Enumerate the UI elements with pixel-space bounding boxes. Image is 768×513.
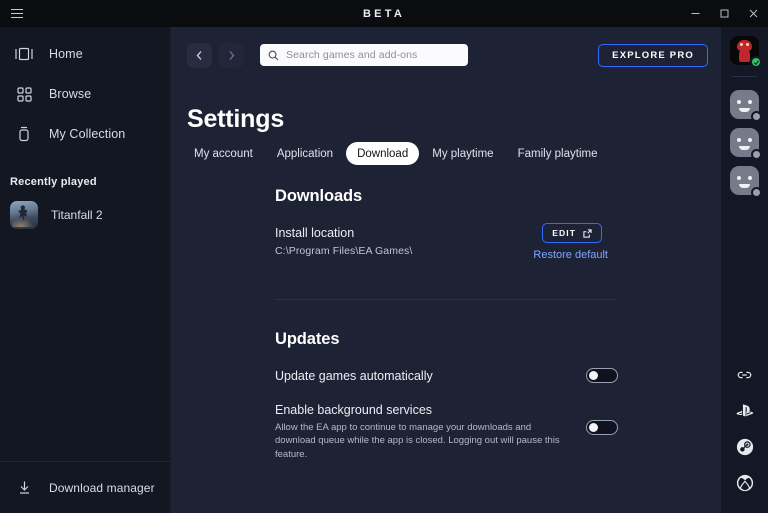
title-bar: BETA bbox=[0, 0, 768, 27]
install-location-row: Install location C:\Program Files\EA Gam… bbox=[275, 223, 635, 261]
sidebar-item-my-collection[interactable]: My Collection bbox=[0, 114, 170, 154]
tab-my-playtime[interactable]: My playtime bbox=[421, 142, 504, 165]
download-manager-label: Download manager bbox=[49, 480, 155, 495]
friend-avatar-1[interactable] bbox=[730, 90, 762, 122]
background-services-row: Enable background services Allow the EA … bbox=[275, 403, 635, 461]
game-thumbnail bbox=[10, 201, 38, 229]
search-placeholder: Search games and add-ons bbox=[286, 49, 418, 61]
xbox-icon[interactable] bbox=[730, 465, 760, 501]
link-icon[interactable] bbox=[730, 357, 760, 393]
status-dot bbox=[751, 149, 762, 160]
close-icon[interactable] bbox=[739, 0, 768, 27]
friend-avatar-2[interactable] bbox=[730, 128, 762, 160]
download-icon bbox=[13, 477, 35, 499]
downloads-heading: Downloads bbox=[275, 187, 363, 205]
window-controls bbox=[681, 0, 768, 27]
search-input[interactable]: Search games and add-ons bbox=[260, 44, 468, 66]
sidebar-item-label: Home bbox=[49, 47, 83, 61]
right-rail bbox=[721, 27, 768, 513]
sidebar-item-label: Browse bbox=[49, 87, 92, 101]
recent-game-label: Titanfall 2 bbox=[51, 208, 103, 222]
search-icon bbox=[268, 50, 279, 61]
auto-update-toggle[interactable] bbox=[586, 368, 618, 383]
tab-application[interactable]: Application bbox=[266, 142, 344, 165]
main-content: Search games and add-ons EXPLORE PRO Set… bbox=[171, 27, 721, 513]
explore-pro-button[interactable]: EXPLORE PRO bbox=[598, 43, 708, 67]
updates-heading: Updates bbox=[275, 330, 340, 348]
external-link-icon bbox=[583, 228, 592, 238]
sidebar: Home Browse My Collection Recently playe… bbox=[0, 27, 171, 513]
sidebar-item-browse[interactable]: Browse bbox=[0, 74, 170, 114]
collection-icon bbox=[13, 123, 35, 145]
rail-divider bbox=[732, 76, 757, 77]
restore-default-link[interactable]: Restore default bbox=[533, 249, 608, 261]
friend-avatar-3[interactable] bbox=[730, 166, 762, 198]
download-manager-button[interactable]: Download manager bbox=[0, 461, 171, 513]
sidebar-item-label: My Collection bbox=[49, 127, 126, 141]
background-services-label: Enable background services bbox=[275, 403, 433, 417]
playstation-icon[interactable] bbox=[730, 393, 760, 429]
tab-download[interactable]: Download bbox=[346, 142, 420, 165]
background-services-toggle[interactable] bbox=[586, 420, 618, 435]
window-title: BETA bbox=[363, 7, 405, 20]
settings-tabs: My account Application Download My playt… bbox=[183, 142, 608, 165]
user-avatar[interactable] bbox=[730, 36, 762, 68]
recent-game-item[interactable]: Titanfall 2 bbox=[0, 201, 170, 229]
section-divider bbox=[275, 299, 617, 300]
online-status-badge bbox=[750, 56, 762, 68]
auto-update-row: Update games automatically bbox=[275, 368, 635, 383]
ea-app-window: BETA Home Browse My Collection Recently … bbox=[0, 0, 768, 513]
minimize-icon[interactable] bbox=[681, 0, 710, 27]
home-icon bbox=[13, 43, 35, 65]
toggle-knob bbox=[589, 423, 598, 432]
background-services-description: Allow the EA app to continue to manage y… bbox=[275, 422, 560, 460]
tab-my-account[interactable]: My account bbox=[183, 142, 264, 165]
back-button[interactable] bbox=[187, 42, 212, 68]
status-dot bbox=[751, 187, 762, 198]
tab-family-playtime[interactable]: Family playtime bbox=[507, 142, 609, 165]
maximize-icon[interactable] bbox=[710, 0, 739, 27]
forward-button[interactable] bbox=[219, 42, 244, 68]
sidebar-item-home[interactable]: Home bbox=[0, 34, 170, 74]
hamburger-icon[interactable] bbox=[0, 0, 34, 27]
steam-icon[interactable] bbox=[730, 429, 760, 465]
status-dot bbox=[751, 111, 762, 122]
page-title: Settings bbox=[187, 105, 285, 133]
auto-update-label: Update games automatically bbox=[275, 369, 433, 383]
grid-icon bbox=[13, 83, 35, 105]
top-bar: Search games and add-ons EXPLORE PRO bbox=[171, 27, 721, 83]
toggle-knob bbox=[589, 371, 598, 380]
recently-played-title: Recently played bbox=[10, 176, 97, 188]
rail-links bbox=[721, 357, 768, 501]
edit-install-location-button[interactable]: EDIT bbox=[542, 223, 602, 243]
settings-panel: Downloads Install location C:\Program Fi… bbox=[275, 187, 635, 461]
edit-button-label: EDIT bbox=[552, 228, 576, 238]
